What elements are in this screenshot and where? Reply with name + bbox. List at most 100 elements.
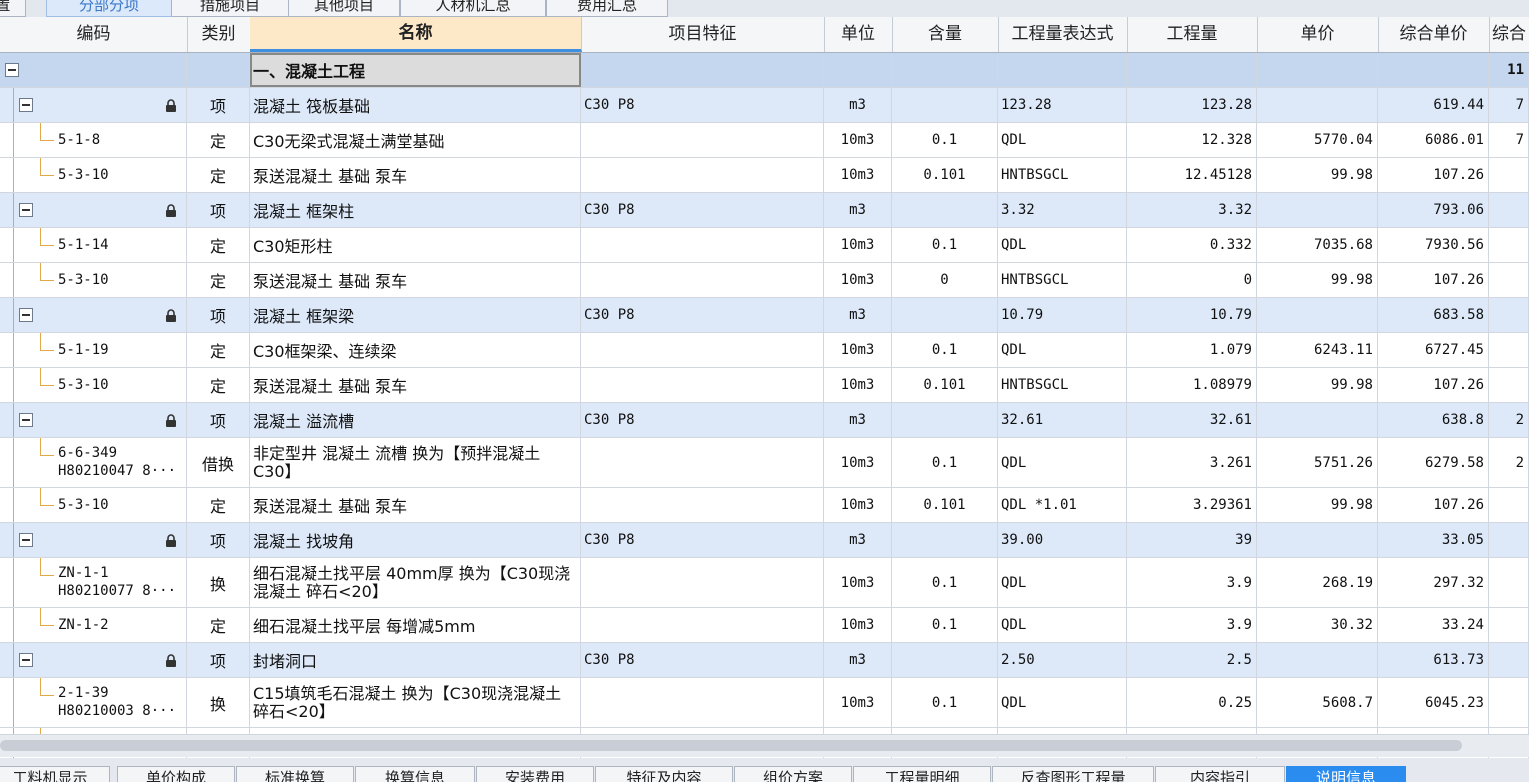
bottom-tab-5[interactable]: 特征及内容 xyxy=(595,766,733,782)
collapse-toggle-icon[interactable] xyxy=(19,98,33,112)
cell-unit-price[interactable]: 107.26 xyxy=(1378,488,1489,522)
cell-quantity[interactable] xyxy=(1127,53,1257,87)
cell-name[interactable]: C30矩形柱 xyxy=(250,228,581,262)
cell-quantity[interactable]: 12.328 xyxy=(1127,123,1257,157)
cell-content[interactable]: 0.1 xyxy=(892,558,998,607)
cell-name[interactable]: 泵送混凝土 基础 泵车 xyxy=(250,158,581,192)
cell-quantity[interactable]: 123.28 xyxy=(1127,88,1257,122)
cell-expression[interactable]: HNTBSGCL xyxy=(998,368,1127,402)
column-header-price[interactable]: 单价 xyxy=(1257,17,1379,52)
bottom-tab-2[interactable]: 标准换算 xyxy=(236,766,354,782)
bottom-tab-4[interactable]: 安装费用 xyxy=(476,766,594,782)
bottom-tab-3[interactable]: 换算信息 xyxy=(355,766,475,782)
cell-feature[interactable] xyxy=(581,263,824,297)
cell-unit-price[interactable]: 33.05 xyxy=(1378,523,1489,557)
cell-unit[interactable]: 10m3 xyxy=(824,158,892,192)
cell-unit[interactable]: m3 xyxy=(824,298,892,332)
quota-row[interactable]: ZN-1-1 H80210077 8··· 换 细石混凝土找平层 40mm厚 换为【C… xyxy=(0,558,1529,608)
cell-unit[interactable]: 10m3 xyxy=(824,488,892,522)
bottom-tab-1[interactable]: 单价构成 xyxy=(117,766,235,782)
cell-unit-price[interactable]: 6045.23 xyxy=(1378,678,1489,727)
quota-row[interactable]: 5-3-10 定 泵送混凝土 基础 泵车 10m3 0.101 HNTBSGCL 12.45… xyxy=(0,158,1529,193)
column-header-quantity[interactable]: 工程量 xyxy=(1127,17,1258,52)
cell-price[interactable]: 6243.11 xyxy=(1257,333,1378,367)
quota-row[interactable]: ZN-1-2 定 细石混凝土找平层 每增减5mm 10m3 0.1 QDL 3.9 30.32… xyxy=(0,608,1529,643)
cell-unit[interactable]: 10m3 xyxy=(824,438,892,487)
bottom-tab-0[interactable]: 工料机显示 xyxy=(0,766,110,782)
cell-name[interactable]: 封堵洞口 xyxy=(250,643,581,677)
cell-price[interactable]: 7035.68 xyxy=(1257,228,1378,262)
cell-unit[interactable]: m3 xyxy=(824,523,892,557)
cell-quantity[interactable]: 0 xyxy=(1127,263,1257,297)
section-row[interactable]: 一、混凝土工程 11 xyxy=(0,53,1529,88)
cell-content[interactable]: 0.101 xyxy=(892,488,998,522)
cell-content[interactable] xyxy=(892,643,998,677)
cell-unit[interactable]: m3 xyxy=(824,403,892,437)
cell-name[interactable]: 混凝土 溢流槽 xyxy=(250,403,581,437)
cell-quantity[interactable]: 3.32 xyxy=(1127,193,1257,227)
cell-content[interactable]: 0.1 xyxy=(892,608,998,642)
cell-price[interactable]: 268.19 xyxy=(1257,558,1378,607)
quota-row[interactable]: 6-6-349 H80210047 8··· 借换 非定型井 混凝土 流槽 换为【预拌… xyxy=(0,438,1529,488)
cell-total[interactable] xyxy=(1489,263,1529,297)
cell-total[interactable] xyxy=(1489,333,1529,367)
bottom-tab-10[interactable]: 说明信息 xyxy=(1286,766,1406,782)
cell-unit-price[interactable]: 107.26 xyxy=(1378,158,1489,192)
cell-name[interactable]: 一、混凝土工程 xyxy=(250,53,581,87)
cell-feature[interactable]: C30 P8 xyxy=(581,298,824,332)
cell-total[interactable] xyxy=(1489,298,1529,332)
cell-quantity[interactable]: 10.79 xyxy=(1127,298,1257,332)
cell-price[interactable]: 5608.7 xyxy=(1257,678,1378,727)
bottom-tab-9[interactable]: 内容指引 xyxy=(1155,766,1285,782)
cell-total[interactable]: 7 xyxy=(1489,88,1529,122)
quota-row[interactable]: 5-1-14 定 C30矩形柱 10m3 0.1 QDL 0.332 7035.68 7930.… xyxy=(0,228,1529,263)
bottom-tab-6[interactable]: 组价方案 xyxy=(734,766,852,782)
collapse-toggle-icon[interactable] xyxy=(19,413,33,427)
cell-content[interactable] xyxy=(892,88,998,122)
top-tab-2[interactable]: 措施项目 xyxy=(171,0,289,17)
cell-expression[interactable]: QDL xyxy=(998,333,1127,367)
cell-unit-price[interactable]: 683.58 xyxy=(1378,298,1489,332)
cell-total[interactable] xyxy=(1489,558,1529,607)
cell-feature[interactable] xyxy=(581,123,824,157)
cell-content[interactable] xyxy=(892,523,998,557)
cell-quantity[interactable]: 32.61 xyxy=(1127,403,1257,437)
cell-unit-price[interactable]: 33.24 xyxy=(1378,608,1489,642)
cell-quantity[interactable]: 0.332 xyxy=(1127,228,1257,262)
cell-unit[interactable]: 10m3 xyxy=(824,558,892,607)
cell-expression[interactable]: 39.00 xyxy=(998,523,1127,557)
quota-row[interactable]: 2-1-39 H80210003 8··· 换 C15填筑毛石混凝土 换为【C30现浇… xyxy=(0,678,1529,728)
top-tab-0[interactable]: 置 xyxy=(0,0,26,17)
cell-expression[interactable]: QDL xyxy=(998,438,1127,487)
cell-feature[interactable] xyxy=(581,488,824,522)
cell-price[interactable]: 99.98 xyxy=(1257,368,1378,402)
bill-item-row[interactable]: 项 封堵洞口 C30 P8 m3 2.50 2.5 613.73 xyxy=(0,643,1529,678)
cell-unit-price[interactable]: 613.73 xyxy=(1378,643,1489,677)
cell-unit[interactable]: 10m3 xyxy=(824,263,892,297)
cell-total[interactable]: 2 xyxy=(1489,438,1529,487)
cell-unit[interactable]: 10m3 xyxy=(824,228,892,262)
cell-unit[interactable]: 10m3 xyxy=(824,333,892,367)
cell-price[interactable] xyxy=(1257,53,1378,87)
cell-unit[interactable]: 10m3 xyxy=(824,678,892,727)
cell-unit-price[interactable]: 297.32 xyxy=(1378,558,1489,607)
collapse-toggle-icon[interactable] xyxy=(19,203,33,217)
cell-price[interactable] xyxy=(1257,643,1378,677)
cell-price[interactable]: 99.98 xyxy=(1257,488,1378,522)
cell-expression[interactable]: HNTBSGCL xyxy=(998,263,1127,297)
cell-unit-price[interactable]: 6727.45 xyxy=(1378,333,1489,367)
horizontal-scrollbar[interactable] xyxy=(0,734,1529,757)
cell-content[interactable] xyxy=(892,298,998,332)
cell-name[interactable]: 混凝土 框架柱 xyxy=(250,193,581,227)
cell-expression[interactable]: QDL xyxy=(998,228,1127,262)
cell-content[interactable]: 0.1 xyxy=(892,123,998,157)
cell-feature[interactable] xyxy=(581,368,824,402)
column-header-code[interactable]: 编码 xyxy=(0,17,188,52)
cell-expression[interactable] xyxy=(998,53,1127,87)
cell-price[interactable] xyxy=(1257,403,1378,437)
cell-quantity[interactable]: 12.45128 xyxy=(1127,158,1257,192)
cell-unit-price[interactable]: 638.8 xyxy=(1378,403,1489,437)
cell-total[interactable] xyxy=(1489,643,1529,677)
collapse-toggle-icon[interactable] xyxy=(19,533,33,547)
cell-quantity[interactable]: 39 xyxy=(1127,523,1257,557)
